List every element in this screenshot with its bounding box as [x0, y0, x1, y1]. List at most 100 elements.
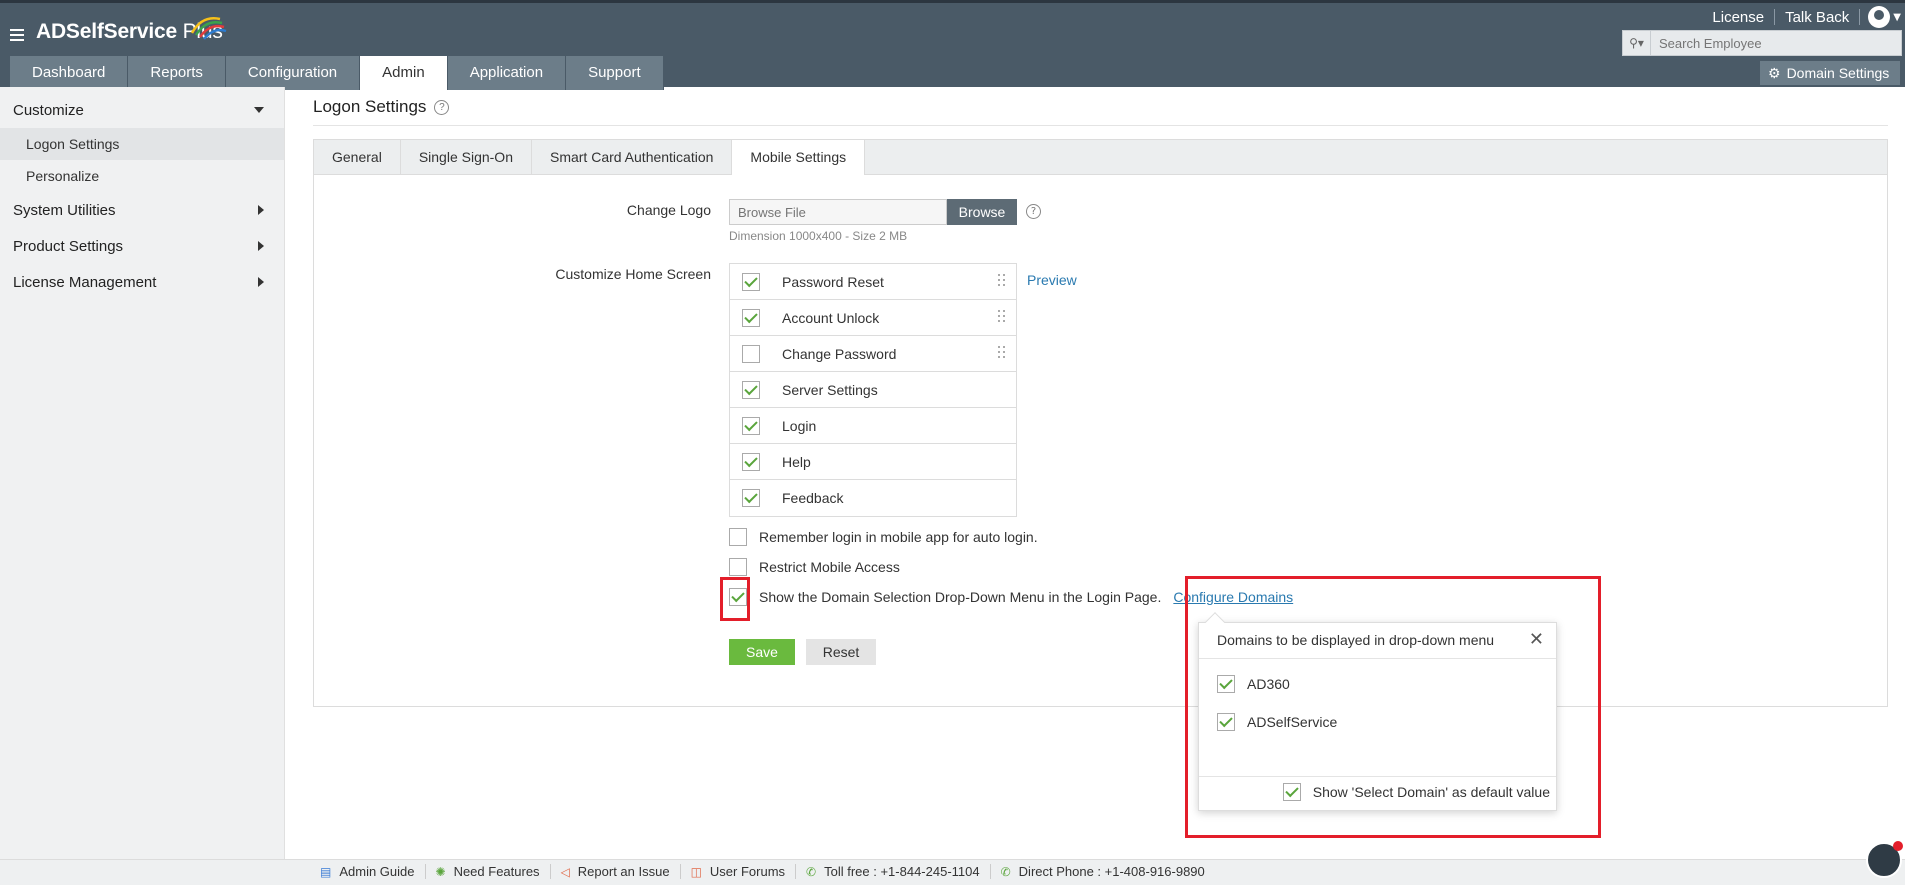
sidebar-item-personalize[interactable]: Personalize — [0, 160, 284, 192]
footer-links: ▤ Admin Guide ✺ Need Features ◁ Report an I… — [310, 864, 1215, 879]
tab-support[interactable]: Support — [566, 56, 664, 90]
sidebar-item-label: License Management — [13, 273, 157, 291]
list-item-label: Server Settings — [782, 381, 878, 398]
caret-right-icon — [258, 205, 264, 215]
gear-icon: ⚙ — [1768, 64, 1781, 81]
footer-label: Report an Issue — [577, 864, 670, 879]
restrict-mobile-checkbox[interactable] — [729, 558, 747, 576]
forum-icon: ◫ — [690, 864, 702, 879]
checkbox[interactable] — [742, 489, 760, 507]
search-input[interactable] — [1651, 34, 1891, 52]
checkbox[interactable] — [742, 344, 760, 363]
tab-admin[interactable]: Admin — [360, 56, 448, 90]
list-item[interactable]: Feedback — [730, 480, 1016, 516]
caret-right-icon — [258, 277, 264, 287]
restrict-mobile-option[interactable]: Restrict Mobile Access — [729, 558, 900, 576]
employee-search: ⚲▾ — [1622, 30, 1902, 56]
footer-report-issue[interactable]: ◁ Report an Issue — [551, 864, 681, 879]
sidebar-item-product-settings[interactable]: Product Settings — [0, 228, 284, 264]
settings-tabs: General Single Sign-On Smart Card Authen… — [313, 139, 1888, 175]
domain-settings-button[interactable]: ⚙ Domain Settings — [1760, 61, 1900, 85]
search-icon[interactable]: ⚲▾ — [1623, 31, 1651, 55]
option-label: Restrict Mobile Access — [759, 559, 900, 575]
footer-admin-guide[interactable]: ▤ Admin Guide — [310, 864, 426, 879]
sidebar-item-license-management[interactable]: License Management — [0, 264, 284, 300]
footer-user-forums[interactable]: ◫ User Forums — [681, 864, 797, 879]
reset-button[interactable]: Reset — [806, 639, 876, 665]
checkbox[interactable] — [742, 452, 760, 471]
highlight-box — [720, 577, 750, 621]
change-logo-label: Change Logo — [626, 202, 711, 218]
checkbox[interactable] — [742, 272, 760, 291]
sidebar-item-label: Product Settings — [13, 237, 124, 255]
top-links: License Talk Back ▼ — [1702, 6, 1905, 28]
dimension-hint: Dimension 1000x400 - Size 2 MB — [729, 229, 908, 243]
sidebar: Customize Logon Settings Personalize Sys… — [0, 87, 285, 859]
bulb-icon: ✺ — [435, 864, 446, 879]
talk-back-link[interactable]: Talk Back — [1775, 9, 1859, 26]
book-icon: ▤ — [320, 864, 332, 879]
tab-configuration[interactable]: Configuration — [225, 56, 361, 90]
home-screen-label: Customize Home Screen — [555, 266, 711, 282]
megaphone-icon: ◁ — [560, 864, 570, 879]
list-item-label: Feedback — [782, 490, 844, 506]
page-title: Logon Settings ? — [313, 97, 450, 117]
logo-file-input[interactable] — [729, 199, 947, 225]
option-label: Remember login in mobile app for auto lo… — [759, 529, 1038, 545]
sidebar-item-label: System Utilities — [13, 201, 116, 219]
license-link[interactable]: License — [1702, 9, 1774, 26]
help-icon[interactable]: ? — [1026, 204, 1041, 219]
tab-dashboard[interactable]: Dashboard — [10, 56, 129, 90]
caret-down-icon — [254, 107, 264, 113]
footer-label: Admin Guide — [339, 864, 415, 879]
tab-smart-card-authentication[interactable]: Smart Card Authentication — [532, 140, 733, 175]
tab-application[interactable]: Application — [447, 56, 567, 90]
footer-label: Direct Phone : +1-408-916-9890 — [1018, 864, 1205, 879]
logo-text: ADSelfService — [36, 20, 177, 43]
checkbox[interactable] — [742, 308, 760, 327]
drag-handle-icon[interactable] — [998, 310, 1006, 324]
list-item[interactable]: Help — [730, 444, 1016, 480]
footer-label: Toll free : +1-844-245-1104 — [824, 864, 980, 879]
list-item[interactable]: Password Reset — [730, 264, 1016, 300]
save-button[interactable]: Save — [729, 639, 795, 665]
drag-handle-icon[interactable] — [998, 274, 1006, 288]
drag-handle-icon[interactable] — [998, 346, 1006, 360]
footer-label: Need Features — [453, 864, 540, 879]
list-item-label: Change Password — [782, 345, 897, 362]
list-item[interactable]: Change Password — [730, 336, 1016, 372]
sidebar-item-customize[interactable]: Customize — [0, 92, 284, 128]
main-nav: Dashboard Reports Configuration Admin Ap… — [10, 56, 664, 90]
sidebar-item-logon-settings[interactable]: Logon Settings — [0, 128, 284, 160]
list-item-label: Password Reset — [782, 273, 884, 290]
list-item[interactable]: Account Unlock — [730, 300, 1016, 336]
list-item[interactable]: Login — [730, 408, 1016, 444]
sidebar-item-label: Customize — [13, 101, 84, 119]
remember-login-checkbox[interactable] — [729, 528, 747, 546]
user-avatar-icon[interactable] — [1868, 6, 1891, 28]
chevron-down-icon[interactable]: ▼ — [1893, 12, 1901, 23]
browse-button[interactable]: Browse — [947, 199, 1017, 225]
tab-single-sign-on[interactable]: Single Sign-On — [401, 140, 532, 175]
app-header: ADSelfService Plus License Talk Back ▼ ⚲… — [0, 0, 1905, 90]
divider — [313, 125, 1888, 126]
logo-arc-icon — [190, 17, 227, 40]
tab-reports[interactable]: Reports — [128, 56, 226, 90]
sidebar-item-system-utilities[interactable]: System Utilities — [0, 192, 284, 228]
checkbox[interactable] — [742, 416, 760, 435]
help-icon[interactable]: ? — [434, 99, 450, 115]
checkbox[interactable] — [742, 380, 760, 399]
highlight-box — [1185, 576, 1601, 838]
option-label: Show the Domain Selection Drop-Down Menu… — [759, 589, 1162, 605]
phone-icon: ✆ — [1000, 864, 1011, 879]
footer-need-features[interactable]: ✺ Need Features — [426, 864, 551, 879]
tab-mobile-settings[interactable]: Mobile Settings — [732, 140, 866, 175]
hamburger-menu-icon[interactable] — [10, 29, 24, 41]
remember-login-option[interactable]: Remember login in mobile app for auto lo… — [729, 528, 1038, 546]
preview-link[interactable]: Preview — [1027, 272, 1077, 288]
list-item[interactable]: Server Settings — [730, 372, 1016, 408]
footer-direct-phone: ✆ Direct Phone : +1-408-916-9890 — [991, 864, 1215, 879]
tab-general[interactable]: General — [314, 140, 401, 175]
footer-label: User Forums — [709, 864, 786, 879]
caret-right-icon — [258, 241, 264, 251]
